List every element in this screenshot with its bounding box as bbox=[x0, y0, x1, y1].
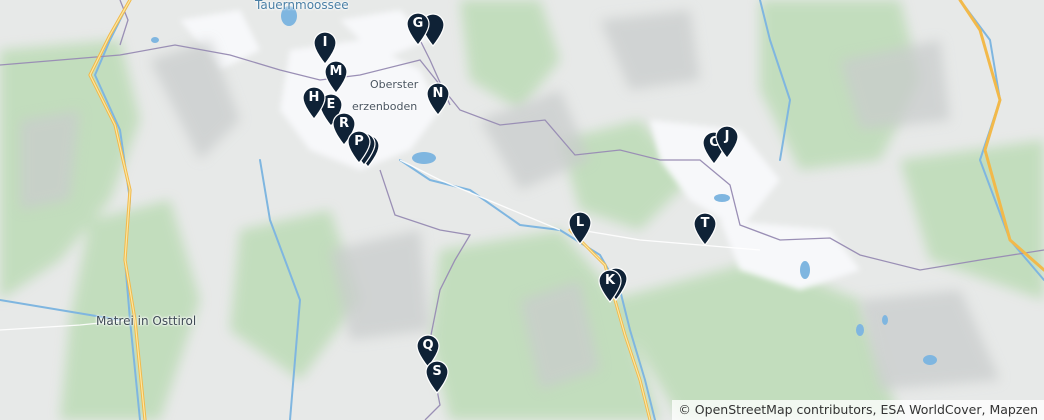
map-marker-h[interactable]: H bbox=[301, 86, 327, 120]
map-marker-s[interactable]: S bbox=[424, 360, 450, 394]
map-marker-p[interactable]: P bbox=[346, 130, 372, 164]
lake-label-tauernmoossee: Tauernmoossee bbox=[255, 0, 349, 12]
map-marker-g[interactable]: G bbox=[405, 12, 431, 46]
marker-letter: P bbox=[354, 134, 364, 149]
map-marker-n[interactable]: N bbox=[425, 82, 451, 116]
place-label-oberster: Oberster bbox=[370, 78, 419, 91]
map-marker-j[interactable]: J bbox=[714, 125, 740, 159]
marker-letter: M bbox=[329, 64, 343, 79]
marker-letter: L bbox=[575, 215, 585, 230]
marker-letter: K bbox=[604, 273, 616, 288]
map-marker-l[interactable]: L bbox=[567, 211, 593, 245]
terrain-basemap bbox=[0, 0, 1044, 420]
marker-letter: H bbox=[308, 90, 320, 105]
marker-letter: T bbox=[700, 216, 710, 231]
marker-letter: G bbox=[412, 16, 424, 31]
map-attribution[interactable]: © OpenStreetMap contributors, ESA WorldC… bbox=[672, 400, 1044, 420]
marker-letter: Q bbox=[422, 338, 434, 353]
marker-letter: I bbox=[322, 35, 328, 50]
place-label-matrei-in-osttirol: Matrei in Osttirol bbox=[96, 314, 197, 328]
map-marker-t[interactable]: T bbox=[692, 212, 718, 246]
map-canvas[interactable]: Tauernmoossee Oberster erzenboden Matrei… bbox=[0, 0, 1044, 420]
place-label-erzenboden: erzenboden bbox=[352, 100, 418, 113]
marker-letter: J bbox=[724, 129, 730, 144]
marker-letter: N bbox=[432, 86, 444, 101]
map-marker-k[interactable]: K bbox=[597, 269, 623, 303]
marker-letter: S bbox=[432, 364, 442, 379]
